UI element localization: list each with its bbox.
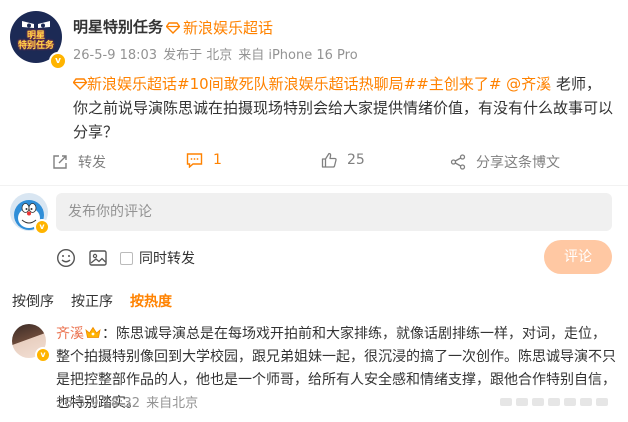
post-time[interactable]: 26-5-9 18:03 — [73, 48, 157, 63]
like-button[interactable]: 25 — [321, 152, 365, 168]
sort-hot-tab[interactable]: 按热度 — [130, 291, 172, 311]
comment-actions-placeholder — [500, 398, 608, 406]
like-count: 25 — [347, 152, 365, 168]
hashtag-link[interactable]: #主创来了# — [416, 75, 501, 93]
post-meta: 26-5-9 18:03 发布于 北京 来自 iPhone 16 Pro — [73, 44, 364, 63]
comment-icon — [186, 153, 203, 168]
verified-badge-icon: v — [49, 52, 67, 70]
user-badge-icon: v — [34, 219, 50, 235]
section-divider — [0, 185, 628, 186]
supertopic-diamond-icon — [73, 78, 87, 90]
commenter-name[interactable]: 齐溪 — [56, 326, 84, 342]
comment-sort-tabs: 按倒序 按正序 按热度 — [12, 291, 172, 311]
avatar-mascot-icon — [22, 21, 50, 28]
also-repost-toggle[interactable]: 同时转发 — [120, 248, 195, 268]
image-icon[interactable] — [88, 248, 108, 268]
comment-meta: 26-5-9 18:32 来自北京 — [56, 392, 204, 411]
author-name[interactable]: 明星特别任务 — [73, 16, 163, 37]
supertopic-diamond-icon — [166, 21, 180, 34]
comment-button[interactable]: 1 — [186, 152, 222, 168]
comment-location: 来自北京 — [146, 396, 199, 411]
post-device: 来自 iPhone 16 Pro — [238, 48, 358, 63]
emoji-icon[interactable] — [56, 248, 76, 268]
mention-link[interactable]: @齐溪 — [506, 75, 551, 93]
sort-reverse-tab[interactable]: 按倒序 — [12, 291, 54, 311]
submit-comment-button[interactable]: 评论 — [544, 240, 612, 274]
comment-time: 26-5-9 18:32 — [56, 396, 141, 411]
repost-button[interactable]: 转发 — [52, 152, 106, 172]
sort-forward-tab[interactable]: 按正序 — [71, 291, 113, 311]
share-label: 分享这条博文 — [476, 155, 560, 171]
thumbs-up-icon — [321, 152, 337, 168]
also-repost-label: 同时转发 — [139, 251, 195, 267]
composer-tools: 同时转发 — [56, 248, 195, 268]
post-content: 新浪娱乐超话#10间敢死队新浪娱乐超话热聊局##主创来了# @齐溪 老师，你之前… — [73, 72, 613, 144]
commenter-badge-icon: v — [35, 347, 51, 363]
also-repost-checkbox[interactable] — [120, 251, 133, 265]
repost-icon — [53, 155, 67, 169]
supertopic-label: 新浪娱乐超话 — [183, 19, 274, 37]
post-actions: 转发 1 25 分享这条博文 — [52, 152, 612, 172]
comment-input[interactable]: 发布你的评论 — [56, 193, 612, 231]
post-location: 发布于 北京 — [163, 48, 233, 63]
topic-link[interactable]: 新浪娱乐超话 — [87, 75, 177, 93]
crown-badge-icon — [85, 326, 101, 338]
avatar-lettering: 明星 特别任务 — [17, 31, 54, 51]
comment-count: 1 — [213, 152, 222, 168]
share-icon — [450, 154, 466, 170]
repost-label: 转发 — [78, 155, 106, 171]
share-button[interactable]: 分享这条博文 — [450, 152, 560, 172]
supertopic-link[interactable]: 新浪娱乐超话 — [166, 17, 273, 38]
hashtag-link[interactable]: #10间敢死队新浪娱乐超话热聊局# — [177, 75, 416, 93]
